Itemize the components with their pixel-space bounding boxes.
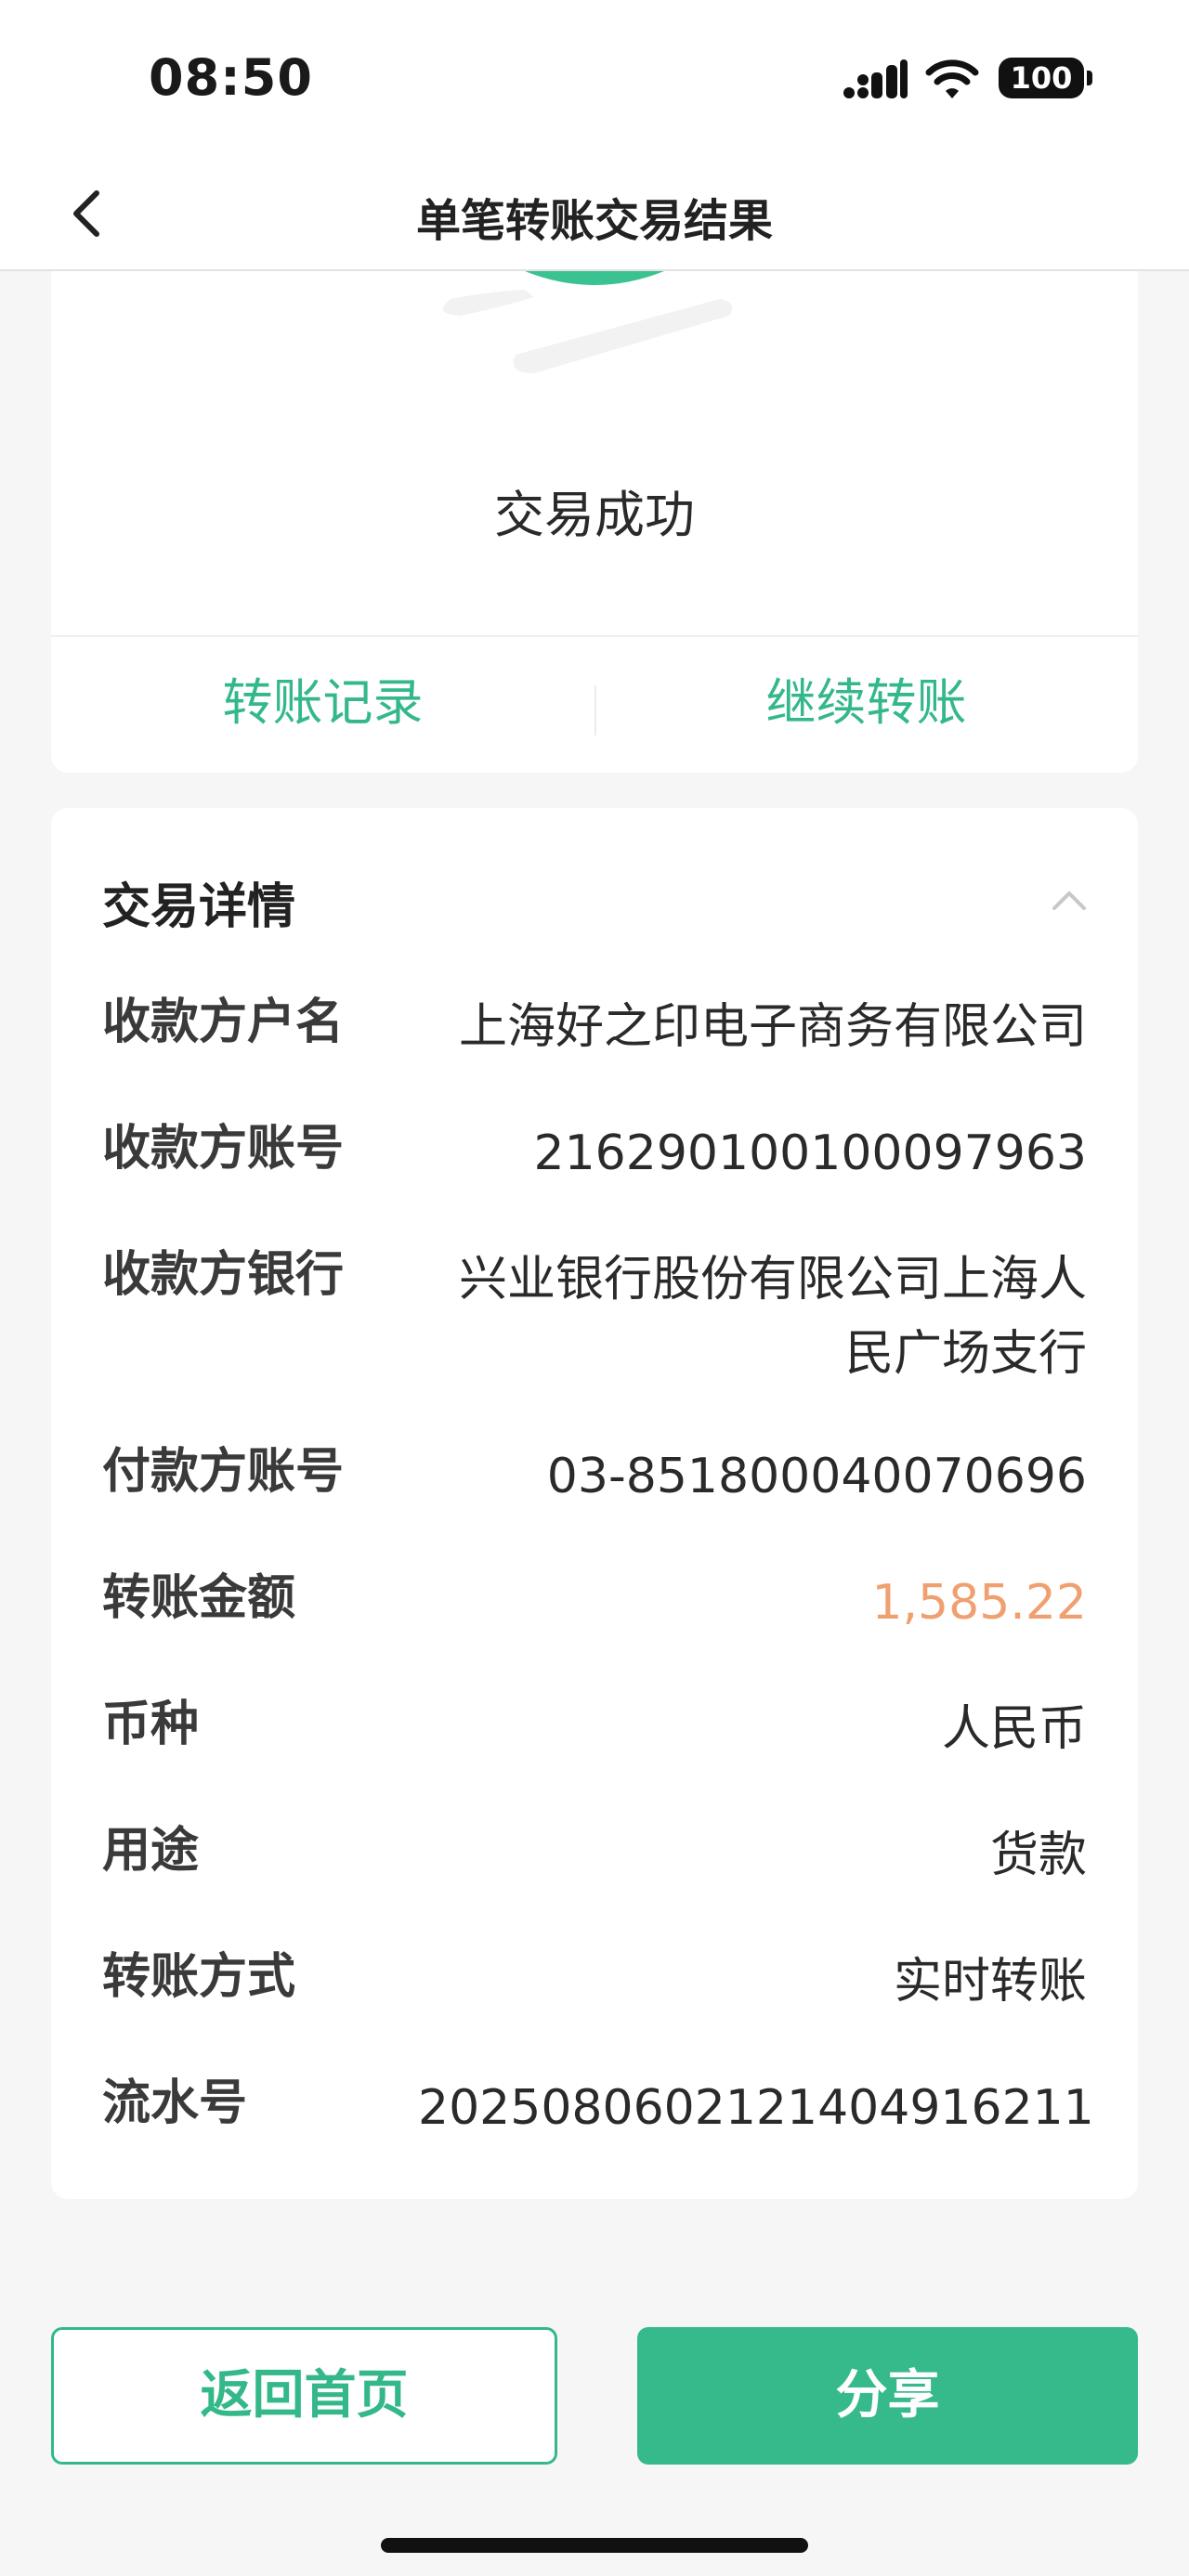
detail-row-method: 转账方式 实时转账 [102, 1937, 1087, 2021]
detail-value: 人民币 [941, 1701, 1087, 1757]
detail-row-amount: 转账金额 1,585.22 [102, 1558, 1087, 1642]
status-time: 08:50 [149, 48, 313, 107]
transaction-details-card: 交易详情 收款方户名 上海好之印电子商务有限公司 收款方账号 216290100… [51, 808, 1138, 2199]
detail-label: 收款方户名 [102, 995, 345, 1050]
detail-label: 转账金额 [102, 1570, 296, 1626]
detail-label: 付款方账号 [102, 1444, 345, 1500]
back-to-home-button[interactable]: 返回首页 [51, 2327, 557, 2465]
share-button[interactable]: 分享 [637, 2327, 1138, 2465]
page-title: 单笔转账交易结果 [415, 195, 773, 247]
home-indicator [381, 2538, 808, 2553]
detail-row-purpose: 用途 货款 [102, 1811, 1087, 1894]
wifi-icon [925, 59, 979, 98]
continue-transfer-link[interactable]: 继续转账 [594, 661, 1138, 735]
detail-row-payee-name: 收款方户名 上海好之印电子商务有限公司 [102, 982, 1087, 1066]
detail-label: 收款方银行 [102, 1247, 345, 1303]
divider [51, 635, 1138, 637]
detail-row-payee-account: 收款方账号 216290100100097963 [102, 1109, 1087, 1192]
chevron-up-icon[interactable] [1051, 886, 1088, 914]
detail-value-line: 民广场支行 [844, 1326, 1087, 1382]
detail-label: 用途 [102, 1823, 200, 1879]
detail-label: 转账方式 [102, 1949, 296, 2005]
detail-value: 216290100100097963 [533, 1125, 1087, 1181]
detail-value: 兴业银行股份有限公司上海人 民广场支行 [418, 1242, 1087, 1391]
detail-value: 上海好之印电子商务有限公司 [458, 999, 1087, 1055]
detail-row-payer-account: 付款方账号 03-851800040070696 [102, 1432, 1087, 1516]
detail-value: 货款 [989, 1828, 1087, 1883]
details-header: 交易详情 [102, 879, 296, 935]
cellular-signal-icon [843, 59, 908, 98]
transfer-amount: 1,585.22 [871, 1575, 1087, 1631]
nav-bar: 单笔转账交易结果 [0, 156, 1189, 271]
detail-value: 2025080602121404916211 [418, 2080, 1094, 2136]
detail-row-payee-bank: 收款方银行 兴业银行股份有限公司上海人 民广场支行 [102, 1235, 1087, 1393]
detail-label: 流水号 [102, 2075, 248, 2131]
detail-value: 实时转账 [893, 1954, 1087, 2010]
success-icon [443, 271, 733, 373]
detail-value: 03-851800040070696 [546, 1449, 1087, 1504]
detail-row-currency: 币种 人民币 [102, 1685, 1087, 1768]
detail-value-line: 兴业银行股份有限公司上海人 [458, 1252, 1087, 1308]
detail-label: 币种 [102, 1697, 200, 1752]
result-status: 交易成功 [494, 486, 695, 544]
status-bar: 08:50 100 [0, 0, 1189, 156]
transfer-records-link[interactable]: 转账记录 [51, 661, 594, 735]
detail-label: 收款方账号 [102, 1121, 345, 1177]
result-card: 交易成功 转账记录 继续转账 [51, 271, 1138, 773]
battery-icon: 100 [999, 58, 1092, 98]
detail-row-serial-number: 流水号 2025080602121404916211 [102, 2063, 1094, 2147]
